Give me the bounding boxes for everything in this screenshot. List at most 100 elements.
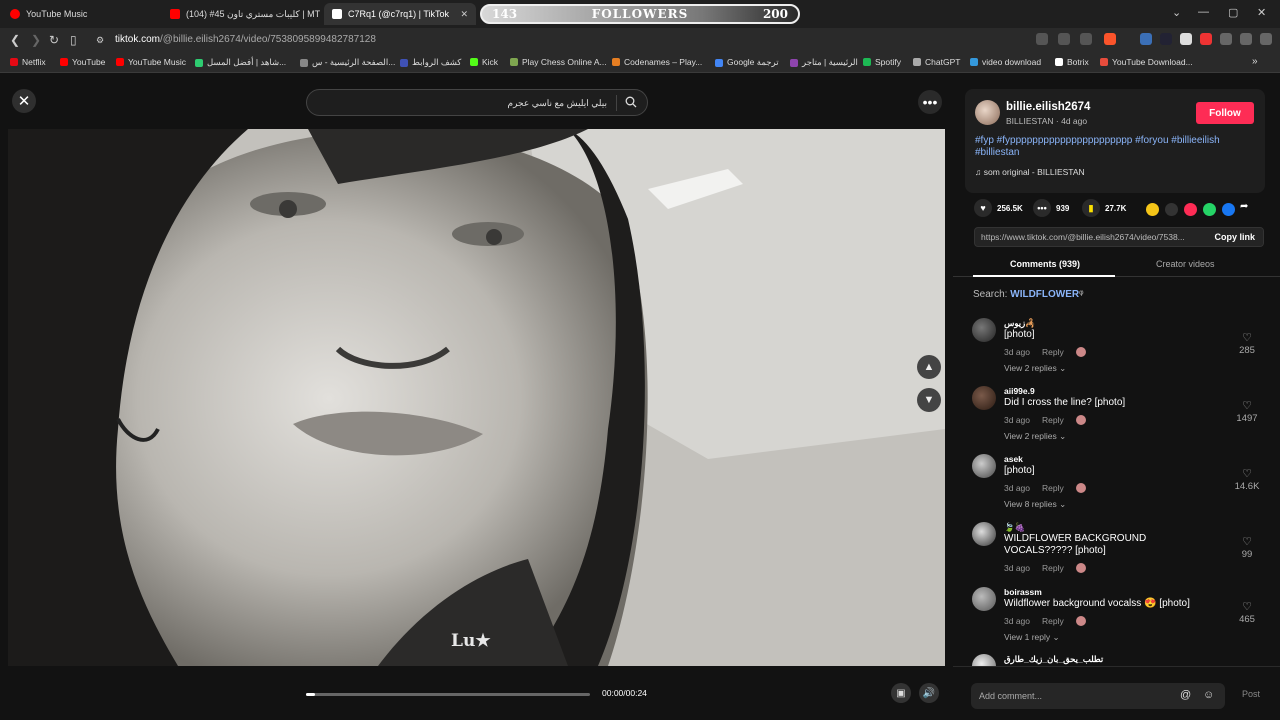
reply-button[interactable]: Reply	[1042, 616, 1064, 626]
extension-icon[interactable]	[1200, 33, 1212, 45]
post-button[interactable]: Post	[1242, 689, 1260, 699]
back-icon[interactable]: ❮	[10, 33, 20, 47]
avatar[interactable]	[972, 654, 996, 666]
bookmark-botrix[interactable]: Botrix	[1055, 57, 1089, 67]
bookmark-chess[interactable]: Play Chess Online A...	[510, 57, 607, 67]
bookmark-chatgpt[interactable]: ChatGPT	[913, 57, 960, 67]
search-suggestion[interactable]: Search: WILDFLOWERᵠ	[973, 289, 1084, 300]
emoji-icon[interactable]: ☺	[1203, 689, 1214, 701]
tab-close-icon[interactable]: ✕	[460, 9, 468, 20]
comment-user[interactable]: boirassm	[1004, 587, 1042, 597]
comment-user[interactable]: 🍃🍇	[1004, 522, 1025, 533]
view-replies-button[interactable]: View 2 replies ⌄	[1004, 363, 1066, 374]
tab-youtube-music[interactable]: YouTube Music	[2, 3, 157, 25]
embed-icon[interactable]	[1165, 203, 1178, 216]
bookmark-icon[interactable]: ▯	[70, 33, 77, 47]
video-hashtags[interactable]: #fyp #fypppppppppppppppppppppp #foryou #…	[975, 135, 1260, 159]
reload-icon[interactable]: ↻	[49, 33, 59, 47]
search-icon[interactable]	[625, 96, 637, 108]
bookmark-youtube-music[interactable]: YouTube Music	[116, 57, 186, 67]
bookmark-spotify[interactable]: Spotify	[863, 57, 901, 67]
reply-button[interactable]: Reply	[1042, 347, 1064, 357]
video-player[interactable]: Lu★	[8, 129, 945, 666]
volume-button[interactable]: 🔊	[919, 683, 939, 703]
reply-button[interactable]: Reply	[1042, 415, 1064, 425]
tab-search-icon[interactable]: ⌄	[1172, 6, 1181, 19]
bookmark-video-download[interactable]: video download	[970, 57, 1041, 67]
minimize-icon[interactable]: —	[1198, 6, 1209, 18]
creator-username[interactable]: billie.eilish2674	[1006, 101, 1090, 113]
bookmark-shahid[interactable]: شاهد | أفضل المسل...	[195, 57, 286, 68]
bookmark-link-checker[interactable]: كشف الروابط	[400, 57, 461, 68]
extension-icon[interactable]	[1058, 33, 1070, 45]
music-link[interactable]: ♫ som original - BILLIESTAN	[975, 167, 1085, 177]
tab-tiktok[interactable]: C7Rq1 (@c7rq1) | TikTok ✕	[324, 3, 476, 25]
send-icon[interactable]	[1184, 203, 1197, 216]
maximize-icon[interactable]: ▢	[1228, 6, 1238, 19]
avatar[interactable]	[972, 318, 996, 342]
more-bookmarks-icon[interactable]: »	[1252, 56, 1258, 67]
avatar[interactable]	[972, 522, 996, 546]
copy-link-button[interactable]: Copy link	[1206, 228, 1263, 246]
close-viewer-button[interactable]: ✕	[12, 89, 36, 113]
picture-in-picture-button[interactable]: ▣	[891, 683, 911, 703]
extension-icon[interactable]	[1180, 33, 1192, 45]
forward-icon[interactable]: ❯	[31, 33, 41, 47]
url-field[interactable]: tiktok.com/@billie.eilish2674/video/7538…	[115, 34, 376, 45]
avatar[interactable]	[972, 386, 996, 410]
bookmark-google-translate[interactable]: Google ترجمة	[715, 57, 779, 68]
site-info-icon[interactable]: ⚙	[96, 35, 104, 46]
extension-icon[interactable]	[1160, 33, 1172, 45]
reply-button[interactable]: Reply	[1042, 563, 1064, 573]
avatar[interactable]	[975, 100, 1000, 125]
comment-user[interactable]: aii99e.9	[1004, 386, 1035, 396]
reply-button[interactable]: Reply	[1042, 483, 1064, 493]
share-icon[interactable]: ➦	[1240, 201, 1253, 214]
heart-outline-icon[interactable]: ♡	[1237, 399, 1257, 412]
comment-stat[interactable]: ••• 939	[1033, 199, 1069, 217]
heart-outline-icon[interactable]: ♡	[1237, 535, 1257, 548]
search-input[interactable]: بيلي ايليش مع ناسي عجرم	[306, 89, 648, 116]
coin-share-icon[interactable]	[1146, 203, 1159, 216]
comment-user[interactable]: زيوس🦂	[1004, 318, 1036, 329]
extension-icon[interactable]	[1140, 33, 1152, 45]
more-options-button[interactable]: •••	[918, 90, 942, 114]
facebook-icon[interactable]	[1222, 203, 1235, 216]
extension-icon[interactable]	[1036, 33, 1048, 45]
avatar[interactable]	[972, 587, 996, 611]
heart-outline-icon[interactable]: ♡	[1237, 467, 1257, 480]
bookmark-youtube-download[interactable]: YouTube Download...	[1100, 57, 1193, 67]
whatsapp-icon[interactable]	[1203, 203, 1216, 216]
tab-comments[interactable]: Comments (939)	[1010, 259, 1080, 269]
view-replies-button[interactable]: View 2 replies ⌄	[1004, 431, 1066, 442]
tab-mt-videos[interactable]: (104) #45 كليبات مستري تاون | MT	[162, 3, 322, 25]
mention-icon[interactable]: @	[1180, 689, 1191, 701]
avatar[interactable]	[972, 454, 996, 478]
share-page-icon[interactable]	[1080, 33, 1092, 45]
media-icon[interactable]	[1240, 33, 1252, 45]
menu-icon[interactable]	[1260, 33, 1272, 45]
follow-button[interactable]: Follow	[1196, 102, 1254, 124]
view-replies-button[interactable]: View 8 replies ⌄	[1004, 499, 1066, 510]
bookmark-netflix[interactable]: Netflix	[10, 57, 46, 67]
heart-outline-icon[interactable]: ♡	[1237, 600, 1257, 613]
bookmark-stores[interactable]: الرئيسية | متاجر	[790, 57, 858, 68]
bookmark-youtube[interactable]: YouTube	[60, 57, 105, 67]
video-progress-bar[interactable]	[306, 693, 590, 696]
like-stat[interactable]: ♥ 256.5K	[974, 199, 1023, 217]
extensions-puzzle-icon[interactable]	[1220, 33, 1232, 45]
bookmark-home[interactable]: الصفحة الرئيسية - س...	[300, 57, 395, 68]
comment-user[interactable]: asek	[1004, 454, 1023, 464]
brave-shield-icon[interactable]	[1104, 33, 1116, 45]
heart-outline-icon[interactable]: ♡	[1237, 331, 1257, 344]
next-video-button[interactable]: ▼	[917, 388, 941, 412]
close-window-icon[interactable]: ✕	[1257, 6, 1266, 19]
previous-video-button[interactable]: ▲	[917, 355, 941, 379]
view-replies-button[interactable]: View 1 reply ⌄	[1004, 632, 1060, 643]
save-stat[interactable]: ▮ 27.7K	[1082, 199, 1126, 217]
bookmark-codenames[interactable]: Codenames – Play...	[612, 57, 702, 67]
bookmark-kick[interactable]: Kick	[470, 57, 498, 67]
tab-creator-videos[interactable]: Creator videos	[1156, 259, 1215, 269]
video-link-field[interactable]: https://www.tiktok.com/@billie.eilish267…	[974, 227, 1264, 247]
comment-user[interactable]: تطلب_يحق_بان_زيك_طارق	[1004, 654, 1103, 665]
